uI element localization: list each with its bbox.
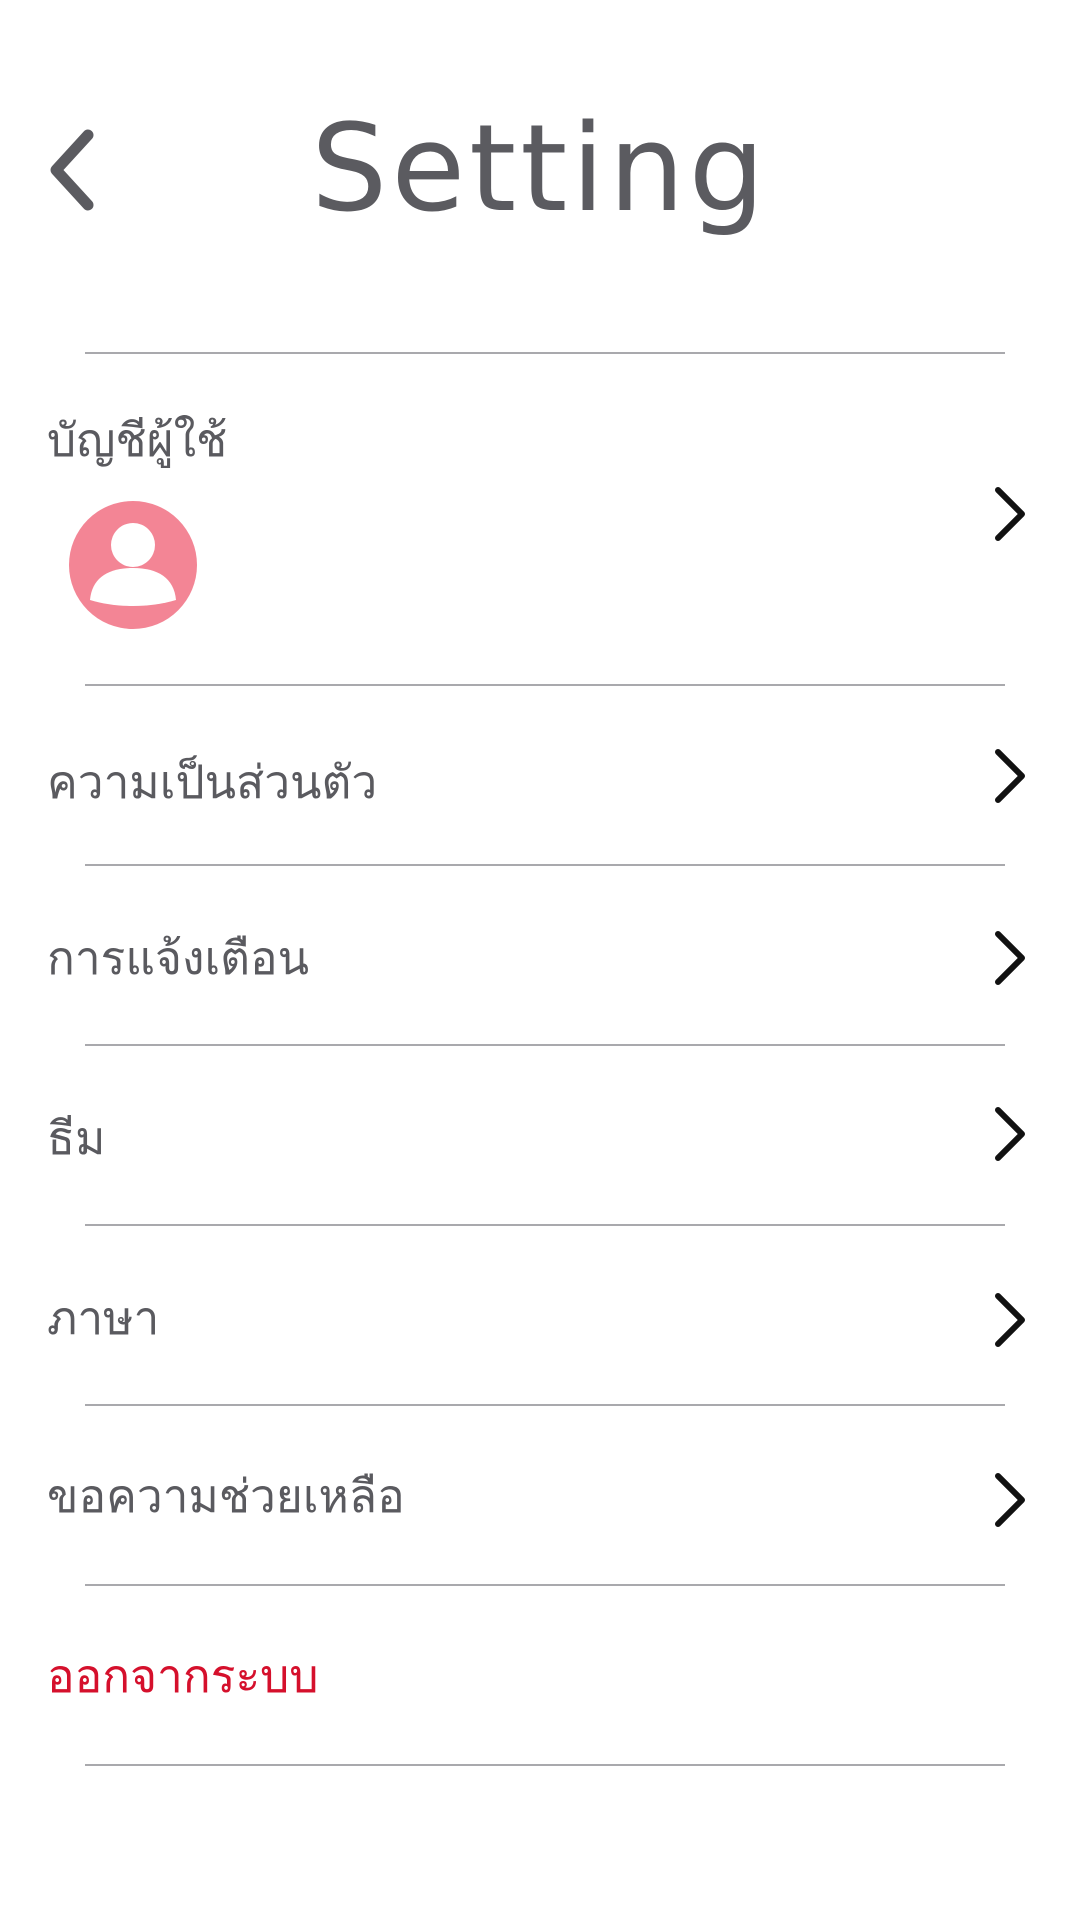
menu-item-label: ธีม bbox=[47, 1111, 106, 1165]
menu-item-label: ขอความช่วยเหลือ bbox=[47, 1469, 405, 1523]
chevron-right-icon bbox=[995, 931, 1025, 985]
header: Setting bbox=[0, 0, 1080, 300]
menu-item-theme[interactable]: ธีม bbox=[0, 1046, 1080, 1224]
chevron-right-icon bbox=[995, 749, 1025, 803]
menu-item-notifications[interactable]: การแจ้งเตือน bbox=[0, 866, 1080, 1044]
chevron-right-icon bbox=[995, 487, 1025, 541]
menu-item-help[interactable]: ขอความช่วยเหลือ bbox=[0, 1406, 1080, 1584]
menu-item-label: ภาษา bbox=[47, 1291, 160, 1345]
chevron-right-icon bbox=[995, 1473, 1025, 1527]
account-label: บัญชีผู้ใช้ bbox=[47, 413, 228, 467]
chevron-right-icon bbox=[995, 1293, 1025, 1347]
user-avatar-icon bbox=[69, 501, 197, 629]
page-title: Setting bbox=[311, 100, 769, 239]
logout-button[interactable]: ออกจากระบบ bbox=[0, 1586, 1080, 1764]
account-row[interactable]: บัญชีผู้ใช้ bbox=[0, 354, 1080, 684]
menu-item-language[interactable]: ภาษา bbox=[0, 1226, 1080, 1404]
settings-page: Setting บัญชีผู้ใช้ ความเป็นส่วนตัว การแ… bbox=[0, 0, 1080, 1920]
menu-item-privacy[interactable]: ความเป็นส่วนตัว bbox=[0, 686, 1080, 864]
divider bbox=[85, 1764, 1005, 1766]
chevron-right-icon bbox=[995, 1107, 1025, 1161]
logout-label: ออกจากระบบ bbox=[47, 1649, 319, 1703]
menu-item-label: ความเป็นส่วนตัว bbox=[47, 755, 378, 809]
menu-item-label: การแจ้งเตือน bbox=[47, 931, 310, 985]
